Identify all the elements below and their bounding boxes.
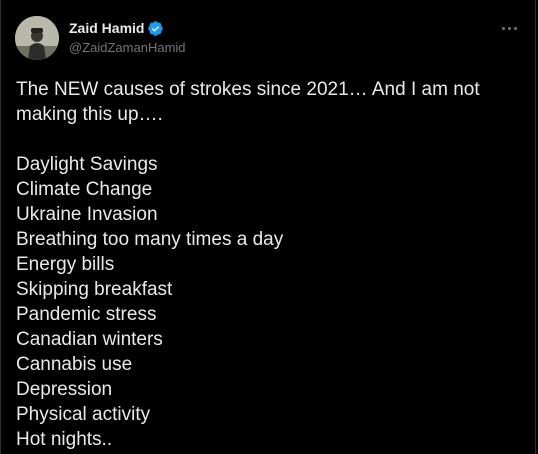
more-dot (501, 26, 505, 30)
more-dot (513, 26, 517, 30)
list-item: Cannabis use (16, 354, 133, 375)
list-item: Depression (16, 379, 113, 400)
list-item: Energy bills (16, 254, 115, 275)
list-item: Hot nights.. (16, 429, 113, 450)
more-options-icon[interactable] (497, 18, 521, 38)
avatar[interactable] (15, 16, 59, 60)
list-item: Pandemic stress (16, 304, 157, 325)
list-item: Skipping breakfast (16, 279, 173, 300)
list-item: Canadian winters (16, 329, 163, 350)
tweet-text: The NEW causes of strokes since 2021… An… (16, 77, 526, 452)
author-name-row: Zaid Hamid (69, 18, 186, 38)
tweet-intro: The NEW causes of strokes since 2021… An… (16, 79, 480, 125)
author-info[interactable]: Zaid Hamid @ZaidZamanHamid (69, 18, 186, 57)
list-item: Ukraine Invasion (16, 204, 158, 225)
more-dot (507, 26, 511, 30)
list-item: Physical activity (16, 404, 151, 425)
list-item: Daylight Savings (16, 154, 158, 175)
avatar-image (15, 16, 59, 60)
list-item: Breathing too many times a day (16, 229, 284, 250)
tweet-card: Zaid Hamid @ZaidZamanHamid The NEW cause… (0, 0, 536, 454)
author-display-name[interactable]: Zaid Hamid (69, 18, 144, 38)
author-handle[interactable]: @ZaidZamanHamid (69, 39, 186, 57)
line-break (16, 127, 526, 152)
list-item: Climate Change (16, 179, 153, 200)
causes-list: Daylight Savings Climate Change Ukraine … (16, 152, 526, 452)
verified-badge-icon (148, 20, 164, 36)
